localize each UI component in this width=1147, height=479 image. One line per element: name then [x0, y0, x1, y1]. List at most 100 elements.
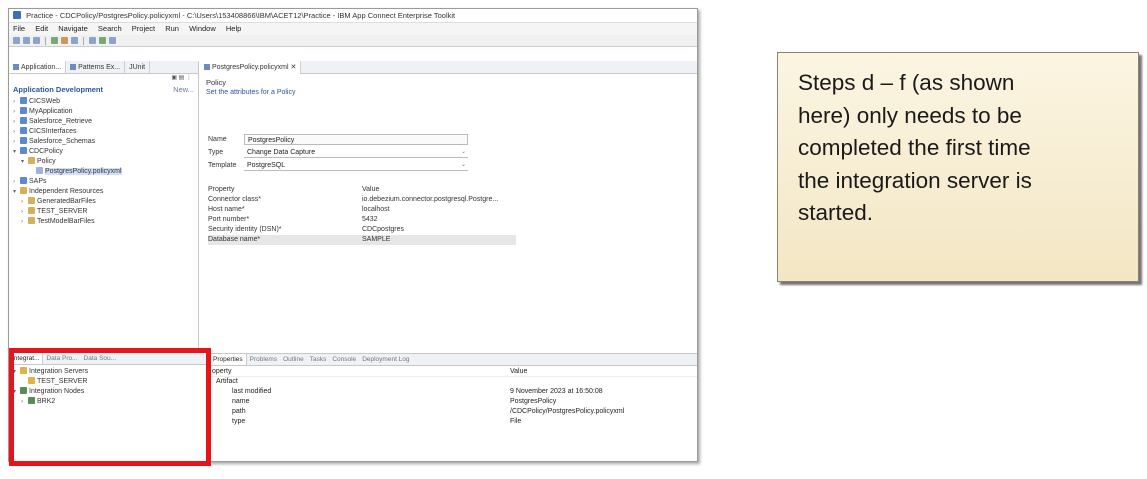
tab-console[interactable]: Console	[329, 354, 359, 365]
menu-search[interactable]: Search	[98, 24, 122, 33]
close-icon[interactable]: ✕	[290, 64, 296, 71]
tab-tasks[interactable]: Tasks	[307, 354, 330, 365]
run-icon[interactable]	[51, 37, 58, 44]
print-icon[interactable]	[33, 37, 40, 44]
name-field[interactable]: PostgresPolicy	[244, 134, 468, 145]
new-icon[interactable]	[13, 37, 20, 44]
property-value[interactable]: io.debezium.connector.postgresql.Postgre…	[362, 195, 516, 205]
tab-deployment-log[interactable]: Deployment Log	[359, 354, 412, 365]
expand-right-icon[interactable]: ›	[13, 117, 20, 127]
tree-item[interactable]: ▾ Independent Resources	[9, 187, 198, 197]
property-value[interactable]: 5432	[362, 215, 516, 225]
menu-window[interactable]: Window	[189, 24, 216, 33]
expand-right-icon[interactable]: ›	[21, 397, 28, 407]
save-icon[interactable]	[23, 37, 30, 44]
tab-junit[interactable]: JUnit	[125, 61, 151, 73]
expand-down-icon[interactable]: ▾	[13, 387, 20, 397]
bottom-right-tabs: Properties Problems Outline Tasks Consol…	[210, 354, 697, 366]
expand-down-icon[interactable]: ▾	[13, 147, 20, 157]
tree-item[interactable]: › Salesforce_Retrieve	[9, 117, 198, 127]
tab-patterns-explorer[interactable]: Patterns Ex...	[66, 61, 126, 73]
property-value[interactable]: localhost	[362, 205, 516, 215]
tab-integration-explorer[interactable]: Integrat...	[9, 353, 44, 364]
property-key: Port number*	[208, 216, 250, 223]
tree-item[interactable]: › Salesforce_Schemas	[9, 137, 198, 147]
expand-down-icon[interactable]: ▾	[13, 187, 20, 197]
tree-item-label: TEST_SERVER	[37, 378, 88, 385]
type-select[interactable]: Change Data Capture ⌄	[244, 147, 468, 158]
expand-right-icon[interactable]: ›	[13, 127, 20, 137]
tab-label: Application...	[21, 63, 62, 71]
tab-application-development[interactable]: Application...	[9, 61, 67, 73]
menu-edit[interactable]: Edit	[35, 24, 48, 33]
tree-item[interactable]: ▾ Policy	[9, 157, 198, 167]
tree-item[interactable]: › TEST_SERVER	[9, 207, 198, 217]
properties-header: Property Value	[208, 185, 516, 195]
property-value[interactable]: SAMPLE	[362, 235, 516, 245]
menu-help[interactable]: Help	[226, 24, 241, 33]
tab-problems[interactable]: Problems	[247, 354, 280, 365]
new-link[interactable]: New...	[173, 84, 194, 95]
forward-icon[interactable]	[99, 37, 106, 44]
tab-outline[interactable]: Outline	[280, 354, 307, 365]
property-row[interactable]: Host name* localhost	[208, 205, 516, 215]
debug-icon[interactable]	[61, 37, 68, 44]
tab-data-source[interactable]: Data Sou...	[81, 353, 120, 364]
expand-right-icon[interactable]: ›	[13, 107, 20, 117]
expand-down-icon[interactable]: ▾	[13, 367, 20, 377]
editor-title: Policy	[206, 78, 227, 87]
deploy-icon[interactable]	[71, 37, 78, 44]
tab-data-project[interactable]: Data Pro...	[43, 353, 80, 364]
expand-right-icon[interactable]: ›	[21, 207, 28, 217]
template-select[interactable]: PostgreSQL ⌄	[244, 160, 468, 171]
property-row[interactable]: Connector class* io.debezium.connector.po…	[208, 195, 516, 205]
tree-item[interactable]: › CICSInterfaces	[9, 127, 198, 137]
tree-item[interactable]: › SAPs	[9, 177, 198, 187]
pane-view-controls[interactable]: ▣ ▤ ⋮	[9, 74, 198, 84]
expand-right-icon[interactable]: ›	[13, 97, 20, 107]
property-row[interactable]: Port number* 5432	[208, 215, 516, 225]
tab-properties[interactable]: Properties	[210, 354, 247, 365]
value-column-header: Value	[510, 368, 528, 375]
tree-item[interactable]: › GeneratedBarFiles	[9, 197, 198, 207]
tree-item[interactable]: › CICSWeb	[9, 97, 198, 107]
menu-file[interactable]: File	[13, 24, 25, 33]
proj-icon	[20, 97, 27, 104]
tree-item-label: CICSInterfaces	[29, 128, 77, 135]
tree-item[interactable]: ▾ Integration Nodes	[9, 387, 209, 397]
tree-item-label: SAPs	[29, 178, 47, 185]
tree-item[interactable]: › TestModelBarFiles	[9, 217, 198, 227]
tree-item[interactable]: ▾ CDCPolicy	[9, 147, 198, 157]
properties-value: PostgresPolicy	[510, 398, 557, 405]
tree-item[interactable]: › BRK2	[9, 397, 209, 407]
property-row[interactable]: Database name* SAMPLE	[208, 235, 516, 245]
menu-navigate[interactable]: Navigate	[58, 24, 88, 33]
expand-right-icon[interactable]: ›	[21, 217, 28, 227]
server-icon	[20, 367, 27, 374]
expand-right-icon[interactable]: ›	[13, 137, 20, 147]
application-development-pane: Application... Patterns Ex... JUnit ▣ ▤ …	[9, 61, 199, 353]
expand-down-icon[interactable]: ▾	[21, 157, 28, 167]
policy-file-icon	[204, 63, 210, 70]
menu-run[interactable]: Run	[165, 24, 179, 33]
tab-postgres-policy[interactable]: PostgresPolicy.policyxml ✕	[200, 60, 302, 74]
type-label: Type	[208, 149, 224, 156]
property-value[interactable]: CDCpostgres	[362, 225, 516, 235]
expand-right-icon[interactable]: ›	[13, 177, 20, 187]
window-titlebar: Practice - CDCPolicy/PostgresPolicy.poli…	[9, 9, 697, 23]
search-icon[interactable]	[89, 37, 96, 44]
tree-item-label: Independent Resources	[29, 188, 104, 195]
app-icon	[13, 11, 21, 19]
tree-item[interactable]: PostgresPolicy.policyxml	[9, 167, 198, 177]
tree-item[interactable]: TEST_SERVER	[9, 377, 209, 387]
tree-item[interactable]: ▾ Integration Servers	[9, 367, 209, 377]
expand-right-icon[interactable]: ›	[21, 197, 28, 207]
properties-key: Artifact	[216, 378, 238, 385]
back-icon[interactable]	[109, 37, 116, 44]
property-column-header: operty	[212, 368, 232, 375]
main-toolbar	[9, 35, 697, 47]
node-icon	[28, 397, 35, 404]
property-row[interactable]: Security identity (DSN)* CDCpostgres	[208, 225, 516, 235]
tree-item[interactable]: › MyApplication	[9, 107, 198, 117]
menu-project[interactable]: Project	[132, 24, 155, 33]
